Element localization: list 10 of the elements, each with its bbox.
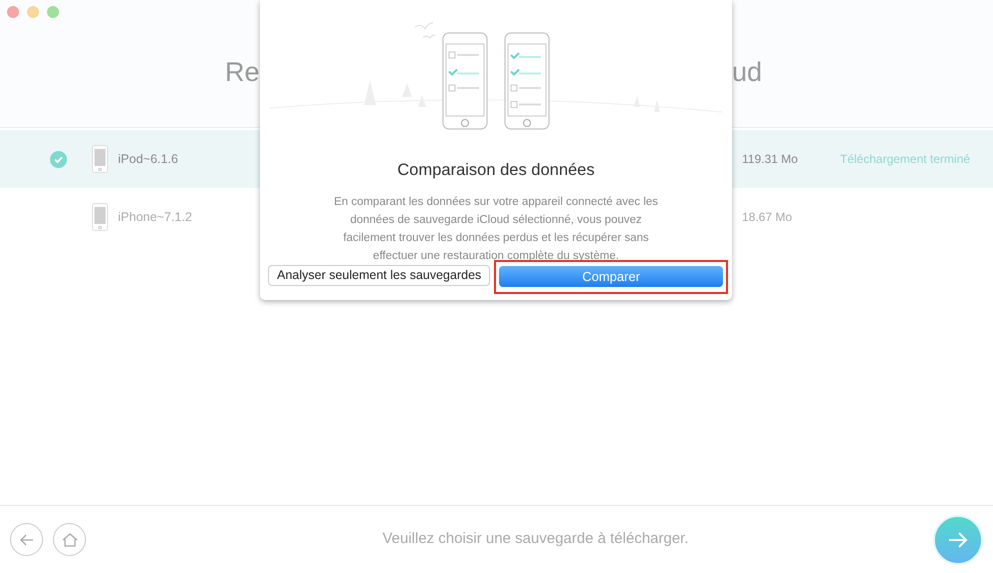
page-title: ud [732, 56, 762, 89]
device-name: iPod~6.1.6 [118, 150, 180, 168]
footer-message: Veuillez choisir une sauvegarde à télécharger. [381, 529, 690, 550]
download-status: Téléchargement terminé [840, 151, 970, 168]
dialog-description: En comparant les données sur votre appareil connecté avec les données de sauvegarde iCloud sélectionné, vous pouvez facilement trouver les données perdus et les récupérer sans effectuer une restauration complète du système. [332, 194, 660, 264]
dialog-title: Comparaison des données [397, 160, 595, 181]
backup-size: 119.31 Mo [742, 151, 799, 168]
backup-size: 18.67 Mo [742, 209, 794, 226]
device-name: iPhone~7.1.2 [118, 208, 194, 226]
page-title: Re [225, 56, 260, 89]
